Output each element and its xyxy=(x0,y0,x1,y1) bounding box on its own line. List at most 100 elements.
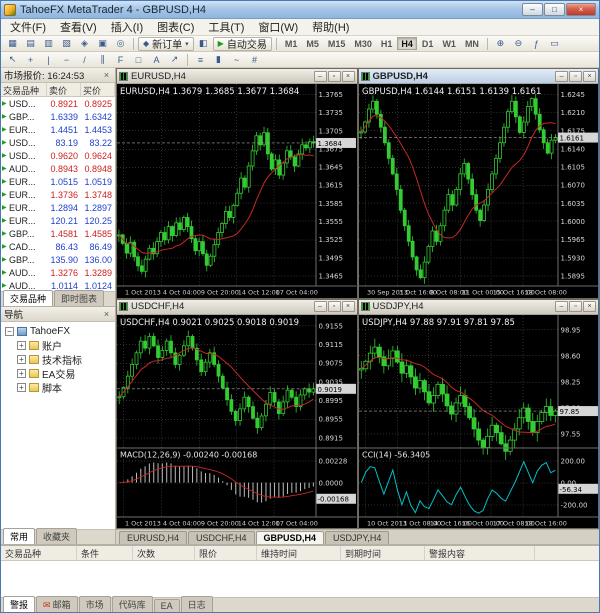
data-window-icon[interactable]: ▧ xyxy=(58,37,75,51)
indicators-icon[interactable]: ƒ xyxy=(528,37,545,51)
timeframe-button-h4[interactable]: H4 xyxy=(397,37,417,50)
timeframe-button-m5[interactable]: M5 xyxy=(302,37,323,50)
chart-titlebar[interactable]: USDJPY,H4 – ▫ × xyxy=(359,300,599,315)
vertical-line-icon[interactable]: | xyxy=(40,53,57,67)
cursor-icon[interactable]: ↖ xyxy=(4,53,21,67)
collapse-icon[interactable]: − xyxy=(5,327,14,336)
expand-icon[interactable]: + xyxy=(17,355,26,364)
chart-minimize-button[interactable]: – xyxy=(555,301,568,312)
terminal-tab-EA[interactable]: EA xyxy=(154,599,180,612)
chart-window-eurusd[interactable]: EURUSD,H4 – ▫ × 1.37651.37351.37051.3675… xyxy=(116,68,358,299)
close-icon[interactable]: × xyxy=(101,309,112,319)
market-watch-row[interactable]: ▶EUR...120.21120.25 xyxy=(1,214,115,227)
chart-close-button[interactable]: × xyxy=(342,71,355,82)
chart-tab-USDCHF,H4[interactable]: USDCHF,H4 xyxy=(188,531,255,544)
window-titlebar[interactable]: TahoeFX MetaTrader 4 - GBPUSD,H4 – □ × xyxy=(1,1,599,19)
timeframe-button-h1[interactable]: H1 xyxy=(377,37,397,50)
market-watch-row[interactable]: ▶EUR...1.28941.2897 xyxy=(1,201,115,214)
autotrading-button[interactable]: ▶自动交易 xyxy=(213,37,272,51)
text-icon[interactable]: A xyxy=(148,53,165,67)
market-watch-tab-交易品种[interactable]: 交易品种 xyxy=(3,290,53,306)
expand-icon[interactable]: + xyxy=(17,369,26,378)
grid-icon[interactable]: # xyxy=(246,53,263,67)
chart-titlebar[interactable]: GBPUSD,H4 – ▫ × xyxy=(359,69,599,84)
timeframe-button-m1[interactable]: M1 xyxy=(281,37,302,50)
market-watch-tab-即时图表[interactable]: 即时图表 xyxy=(54,290,104,306)
window-close-button[interactable]: × xyxy=(566,3,596,16)
navigator-item-EA交易[interactable]: +EA交易 xyxy=(1,366,115,380)
timeframe-button-m15[interactable]: M15 xyxy=(324,37,350,50)
chart-restore-button[interactable]: ▫ xyxy=(569,301,582,312)
chart-canvas-eurusd[interactable]: 1.37651.37351.37051.36751.36451.36151.35… xyxy=(117,84,357,298)
navigator-tab-收藏夹[interactable]: 收藏夹 xyxy=(36,528,77,544)
menu-item[interactable]: 插入(I) xyxy=(104,18,150,36)
expand-icon[interactable]: + xyxy=(17,341,26,350)
terminal-tab-市场[interactable]: 市场 xyxy=(79,596,111,612)
candles-chart-icon[interactable]: ▮ xyxy=(210,53,227,67)
chart-restore-button[interactable]: ▫ xyxy=(328,301,341,312)
market-watch-row[interactable]: ▶CAD...86.4386.49 xyxy=(1,240,115,253)
market-watch-row[interactable]: ▶USD...0.96200.9624 xyxy=(1,149,115,162)
market-watch-row[interactable]: ▶GBP...1.45811.4585 xyxy=(1,227,115,240)
market-watch-row[interactable]: ▶EUR...1.44511.4453 xyxy=(1,123,115,136)
line-chart-icon[interactable]: ~ xyxy=(228,53,245,67)
chart-window-usdchf[interactable]: USDCHF,H4 – ▫ × 0.002280.0000-0.00168MAC… xyxy=(116,299,358,530)
window-maximize-button[interactable]: □ xyxy=(544,3,565,16)
chart-window-usdjpy[interactable]: USDJPY,H4 – ▫ × 200.000.00-200.00-56.34C… xyxy=(358,299,600,530)
terminal-tab-邮箱[interactable]: ✉邮箱 xyxy=(36,596,78,612)
chart-tab-USDJPY,H4[interactable]: USDJPY,H4 xyxy=(325,531,389,544)
market-watch-row[interactable]: ▶GBP...135.90136.00 xyxy=(1,253,115,266)
strategy-tester-icon[interactable]: ◎ xyxy=(112,37,129,51)
market-watch-icon[interactable]: ▥ xyxy=(40,37,57,51)
chart-close-button[interactable]: × xyxy=(583,71,596,82)
navigator-tab-常用[interactable]: 常用 xyxy=(3,528,35,544)
timeframe-button-w1[interactable]: W1 xyxy=(438,37,460,50)
chart-titlebar[interactable]: EURUSD,H4 – ▫ × xyxy=(117,69,357,84)
templates-icon[interactable]: ▭ xyxy=(546,37,563,51)
navigator-item-技术指标[interactable]: +技术指标 xyxy=(1,352,115,366)
market-watch-row[interactable]: ▶USD...83.1983.22 xyxy=(1,136,115,149)
menu-item[interactable]: 查看(V) xyxy=(53,18,104,36)
navigator-item-脚本[interactable]: +脚本 xyxy=(1,380,115,394)
chart-close-button[interactable]: × xyxy=(583,301,596,312)
channel-icon[interactable]: ∥ xyxy=(94,53,111,67)
bars-chart-icon[interactable]: ≡ xyxy=(192,53,209,67)
chart-minimize-button[interactable]: – xyxy=(555,71,568,82)
market-watch-row[interactable]: ▶USD...0.89210.8925 xyxy=(1,97,115,110)
shapes-icon[interactable]: □ xyxy=(130,53,147,67)
chart-restore-button[interactable]: ▫ xyxy=(569,71,582,82)
menu-item[interactable]: 窗口(W) xyxy=(251,18,305,36)
trendline-icon[interactable]: / xyxy=(76,53,93,67)
market-watch-row[interactable]: ▶EUR...1.05151.0519 xyxy=(1,175,115,188)
zoom-in-icon[interactable]: ⊕ xyxy=(492,37,509,51)
timeframe-button-mn[interactable]: MN xyxy=(461,37,483,50)
arrow-tool-icon[interactable]: ↗ xyxy=(166,53,183,67)
close-icon[interactable]: × xyxy=(101,70,112,80)
chart-titlebar[interactable]: USDCHF,H4 – ▫ × xyxy=(117,300,357,315)
window-minimize-button[interactable]: – xyxy=(522,3,543,16)
chart-tab-EURUSD,H4[interactable]: EURUSD,H4 xyxy=(119,531,187,544)
menu-item[interactable]: 文件(F) xyxy=(3,18,53,36)
zoom-out-icon[interactable]: ⊖ xyxy=(510,37,527,51)
chart-restore-button[interactable]: ▫ xyxy=(328,71,341,82)
market-watch-row[interactable]: ▶AUD...1.32761.3289 xyxy=(1,266,115,279)
profiles-icon[interactable]: ▤ xyxy=(22,37,39,51)
terminal-tab-日志[interactable]: 日志 xyxy=(181,596,213,612)
horizontal-line-icon[interactable]: − xyxy=(58,53,75,67)
market-watch-row[interactable]: ▶AUD...0.89430.8948 xyxy=(1,162,115,175)
fibonacci-icon[interactable]: F xyxy=(112,53,129,67)
navigator-root[interactable]: − TahoeFX xyxy=(1,324,115,338)
chart-canvas-usdjpy[interactable]: 200.000.00-200.00-56.34CCI(14) -56.34059… xyxy=(359,315,599,529)
expand-icon[interactable]: + xyxy=(17,383,26,392)
market-watch-row[interactable]: ▶GBP...1.63391.6342 xyxy=(1,110,115,123)
chart-close-button[interactable]: × xyxy=(342,301,355,312)
chart-window-gbpusd[interactable]: GBPUSD,H4 – ▫ × 1.62451.62101.61751.6140… xyxy=(358,68,600,299)
navigator-icon[interactable]: ◈ xyxy=(76,37,93,51)
chart-tab-GBPUSD,H4[interactable]: GBPUSD,H4 xyxy=(256,531,325,544)
timeframe-button-d1[interactable]: D1 xyxy=(418,37,438,50)
navigator-item-账户[interactable]: +账户 xyxy=(1,338,115,352)
chart-minimize-button[interactable]: – xyxy=(314,71,327,82)
chart-canvas-usdchf[interactable]: 0.002280.0000-0.00168MACD(12,26,9) -0.00… xyxy=(117,315,357,529)
menu-item[interactable]: 帮助(H) xyxy=(305,18,356,36)
new-chart-icon[interactable]: ▦ xyxy=(4,37,21,51)
